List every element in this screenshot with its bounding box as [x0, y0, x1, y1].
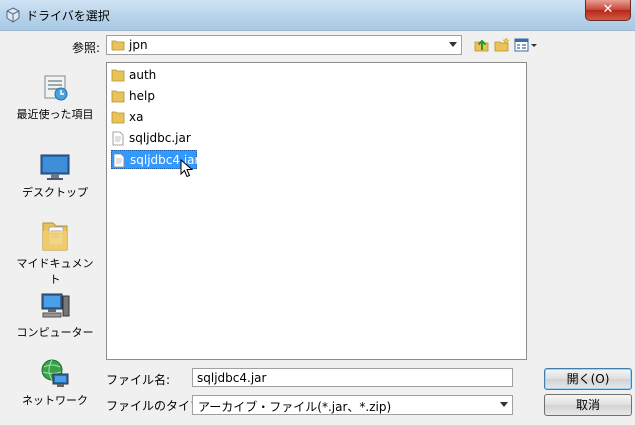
up-folder-icon[interactable] [474, 37, 490, 53]
place-network-label: ネットワーク [22, 394, 88, 407]
jar-file-icon [113, 153, 125, 168]
file-name: auth [129, 68, 157, 82]
file-list[interactable]: auth help xa sqljdbc.jar sqljdbc4.jar [106, 62, 527, 360]
place-network[interactable]: ネットワーク [12, 358, 98, 408]
places-bar: 最近使った項目 デスクトップ マイドキュメント コンピューター ネットワーク [12, 62, 98, 417]
window-title: ドライバを選択 [26, 9, 110, 23]
place-desktop-label: デスクトップ [22, 186, 88, 199]
folder-icon [111, 40, 125, 51]
folder-icon [111, 90, 125, 103]
close-button[interactable]: ✕ [585, 0, 631, 21]
computer-icon [41, 293, 70, 318]
folder-icon [111, 111, 125, 124]
file-name: xa [129, 110, 144, 124]
java-cup-icon [6, 7, 20, 23]
lookin-value: jpn [129, 38, 148, 52]
chevron-down-icon [449, 42, 457, 47]
jar-file-icon [112, 131, 124, 146]
filename-input[interactable]: sqljdbc4.jar [192, 368, 513, 387]
new-folder-icon[interactable] [494, 37, 510, 53]
list-item[interactable]: sqljdbc.jar [111, 129, 224, 148]
lookin-combo[interactable]: jpn [106, 35, 462, 55]
folder-icon [111, 69, 125, 82]
place-documents[interactable]: マイドキュメント [12, 217, 98, 287]
cancel-button[interactable]: 取消 [544, 394, 632, 416]
filetype-combo[interactable]: アーカイブ・ファイル(*.jar、*.zip) [192, 395, 513, 415]
documents-icon [42, 222, 68, 251]
title-bar: ドライバを選択 ✕ [0, 0, 635, 31]
file-name: help [129, 89, 155, 103]
list-item[interactable]: auth [111, 66, 156, 85]
place-recent-label: 最近使った項目 [16, 108, 94, 121]
file-name: sqljdbc.jar [129, 131, 191, 145]
filename-label: ファイル名: [106, 373, 171, 387]
network-icon [41, 359, 69, 387]
place-computer-label: コンピューター [16, 326, 94, 339]
filename-value: sqljdbc4.jar [197, 371, 267, 385]
place-recent[interactable]: 最近使った項目 [12, 72, 98, 122]
list-item[interactable]: help [111, 87, 155, 106]
desktop-icon [40, 154, 70, 180]
open-button[interactable]: 開く(O) [544, 368, 632, 390]
chevron-down-icon [500, 402, 508, 407]
place-documents-label: マイドキュメント [16, 257, 94, 286]
lookin-label: 参照: [72, 41, 101, 55]
place-desktop[interactable]: デスクトップ [12, 152, 98, 200]
mouse-cursor-icon [180, 159, 194, 178]
place-computer[interactable]: コンピューター [12, 290, 98, 340]
recent-places-icon [44, 75, 68, 101]
view-menu-icon[interactable] [514, 37, 538, 53]
filetype-value: アーカイブ・ファイル(*.jar、*.zip) [198, 400, 392, 414]
list-item[interactable]: xa [111, 108, 143, 127]
